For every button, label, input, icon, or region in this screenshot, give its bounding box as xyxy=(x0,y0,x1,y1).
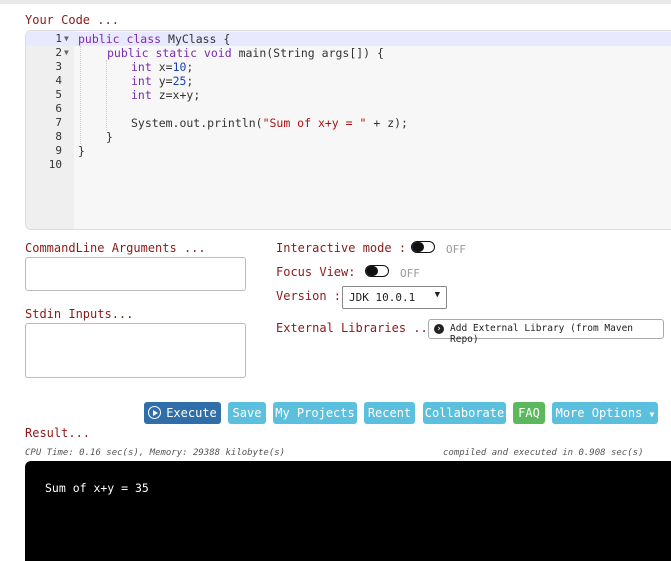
cmd-args-input[interactable] xyxy=(25,257,246,291)
my-projects-button[interactable]: My Projects xyxy=(273,402,357,424)
collaborate-button[interactable]: Collaborate xyxy=(423,402,506,424)
chevron-down-icon: ▼ xyxy=(434,290,440,300)
interactive-mode-label: Interactive mode : xyxy=(276,241,407,255)
code-line-8: } xyxy=(106,130,113,144)
fold-arrow-icon[interactable]: ▼ xyxy=(64,32,69,46)
execute-button[interactable]: Execute xyxy=(144,402,221,424)
focus-view-toggle[interactable] xyxy=(365,265,389,277)
line-number: 4 xyxy=(55,74,62,87)
external-libraries-label: External Libraries ... xyxy=(276,321,435,335)
indent-guide xyxy=(80,46,81,144)
version-label: Version : xyxy=(276,289,342,303)
play-icon xyxy=(148,406,162,419)
cpu-time-stats: CPU Time: 0.16 sec(s), Memory: 29388 kil… xyxy=(25,448,286,458)
your-code-label: Your Code ... xyxy=(25,13,119,27)
add-library-label: Add External Library (from Maven Repo) xyxy=(450,323,634,345)
line-number: 9 xyxy=(55,144,62,157)
toggle-knob xyxy=(412,242,424,252)
focus-view-label: Focus View: xyxy=(276,265,356,279)
output-terminal: Sum of x+y = 35 xyxy=(25,461,671,561)
code-line-3: int x=10; xyxy=(131,60,194,74)
faq-button[interactable]: FAQ xyxy=(513,402,545,424)
code-line-1: public class MyClass { xyxy=(78,32,231,46)
interactive-mode-state: OFF xyxy=(446,243,466,256)
line-number: 10 xyxy=(48,158,62,171)
code-line-5: int z=x+y; xyxy=(131,88,201,102)
line-number: 2 xyxy=(55,46,62,59)
fold-arrow-icon[interactable]: ▼ xyxy=(64,46,69,60)
version-value: JDK 10.0.1 xyxy=(349,291,416,304)
line-number: 8 xyxy=(55,130,62,143)
compile-time-stats: compiled and executed in 0.908 sec(s) xyxy=(443,448,644,458)
save-button[interactable]: Save xyxy=(228,402,266,424)
line-number: 1 xyxy=(55,32,62,45)
line-number: 6 xyxy=(55,102,62,115)
focus-view-state: OFF xyxy=(400,267,420,280)
stdin-input[interactable] xyxy=(25,323,246,378)
more-options-button[interactable]: More Options ▼ xyxy=(552,402,658,424)
output-text: Sum of x+y = 35 xyxy=(45,481,149,495)
line-number: 7 xyxy=(55,116,62,129)
line-number: 5 xyxy=(55,88,62,101)
line-number: 3 xyxy=(55,60,62,73)
code-line-7: System.out.println("Sum of x+y = " + z); xyxy=(131,116,408,130)
cmd-args-label: CommandLine Arguments ... xyxy=(25,241,206,255)
stdin-label: Stdin Inputs... xyxy=(25,307,134,321)
caret-down-icon: ▼ xyxy=(649,410,655,419)
code-line-9: } xyxy=(78,144,85,158)
interactive-mode-toggle[interactable] xyxy=(411,241,435,253)
result-label: Result... xyxy=(25,426,91,440)
add-external-library-button[interactable]: › Add External Library (from Maven Repo) xyxy=(428,319,664,345)
version-select[interactable]: JDK 10.0.1 ▼ xyxy=(342,286,447,309)
indent-guide xyxy=(106,60,107,130)
recent-button[interactable]: Recent xyxy=(364,402,415,424)
code-editor[interactable]: 1 2 3 4 5 6 7 8 9 10 ▼ ▼ public class My… xyxy=(25,30,671,230)
code-line-4: int y=25; xyxy=(131,74,194,88)
play-circle-icon: › xyxy=(434,324,444,334)
toggle-knob xyxy=(366,266,378,276)
code-line-2: public static void main(String args[]) { xyxy=(107,46,384,60)
top-bar xyxy=(0,0,671,4)
